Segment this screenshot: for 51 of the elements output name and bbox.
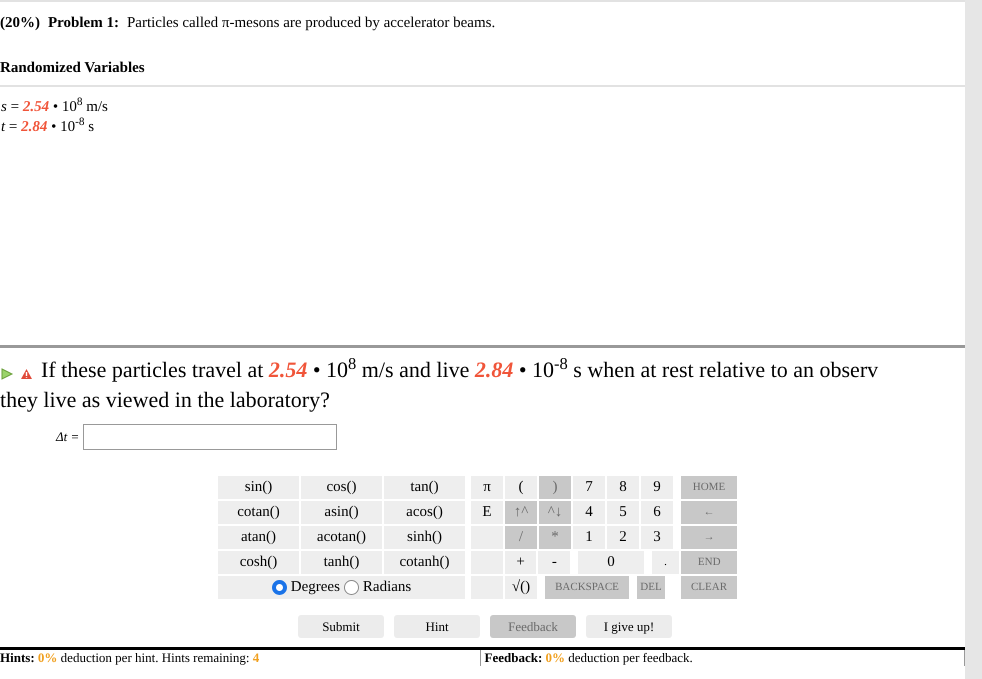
keypad-key[interactable]: 6 — [641, 501, 673, 524]
function-key[interactable]: cotanh() — [384, 551, 465, 574]
function-key[interactable]: tanh() — [301, 551, 382, 574]
keypad-key[interactable]: 0 — [578, 551, 644, 574]
answer-field[interactable] — [83, 424, 338, 450]
keypad-key[interactable]: . — [652, 551, 680, 574]
radio-button[interactable] — [272, 580, 287, 595]
footer-note: Hints: 0% deduction per hint. Hints remaining: 4 — [0, 650, 260, 665]
question-text: If these particles travel at 2.54 • 10$^{8}$ m/s and live 2.84 • 10$^{-8}$ s when at rest relative to an observ — [41, 356, 878, 384]
keypad-key[interactable]: + — [504, 551, 536, 574]
keypad-key[interactable]: 1 — [573, 526, 605, 549]
play-icon[interactable] — [0, 368, 14, 380]
keypad-key[interactable]: 4 — [573, 501, 605, 524]
section-heading: Randomized Variables — [0, 56, 965, 87]
radio-button[interactable] — [344, 580, 359, 595]
problem-text: Particles called π-mesons are produced by accelerator beams. — [126, 14, 496, 33]
function-key[interactable]: cotan() — [218, 501, 299, 524]
radio-label: Radians — [362, 578, 412, 598]
keypad-key[interactable]: 9 — [641, 476, 673, 499]
keypad-key[interactable]: - — [538, 551, 570, 574]
keypad-key[interactable]: 8 — [607, 476, 639, 499]
action-button[interactable]: I give up! — [586, 615, 672, 638]
variable-line: t = 2.84 • 10$^{-8}$ s — [1, 117, 96, 137]
action-button[interactable]: Hint — [394, 615, 480, 638]
problem-label: Problem 1: — [48, 14, 119, 33]
function-key[interactable]: sin() — [218, 476, 299, 499]
variable-line: s = 2.54 • 10$^{8}$ m/s — [1, 97, 109, 117]
function-key[interactable]: acotan() — [301, 526, 382, 549]
warning-icon — [20, 368, 33, 380]
function-key[interactable]: cosh() — [218, 551, 299, 574]
keypad-key[interactable]: 2 — [607, 526, 639, 549]
function-key[interactable]: asin() — [301, 501, 382, 524]
keypad-key[interactable]: 5 — [607, 501, 639, 524]
function-key[interactable]: tan() — [384, 476, 465, 499]
answer-label: Δt = — [56, 428, 80, 446]
scrollbar[interactable] — [965, 0, 982, 679]
keypad-key[interactable]: ( — [505, 476, 537, 499]
function-key[interactable]: cos() — [301, 476, 382, 499]
keypad-key[interactable]: √() — [505, 576, 537, 599]
problem-weight: (20%) — [0, 14, 40, 33]
keypad-key[interactable]: π — [471, 476, 503, 499]
keypad-key[interactable]: 3 — [641, 526, 673, 549]
keypad-key[interactable]: E — [471, 501, 503, 524]
function-key[interactable]: acos() — [384, 501, 465, 524]
keypad-key[interactable]: 7 — [573, 476, 605, 499]
function-key[interactable]: sinh() — [384, 526, 465, 549]
function-key[interactable]: atan() — [218, 526, 299, 549]
action-button[interactable]: Submit — [298, 615, 384, 638]
radio-label: Degrees — [290, 578, 340, 598]
footer-note: Feedback: 0% deduction per feedback. — [484, 650, 693, 665]
question-text: they live as viewed in the laboratory? — [0, 386, 331, 414]
